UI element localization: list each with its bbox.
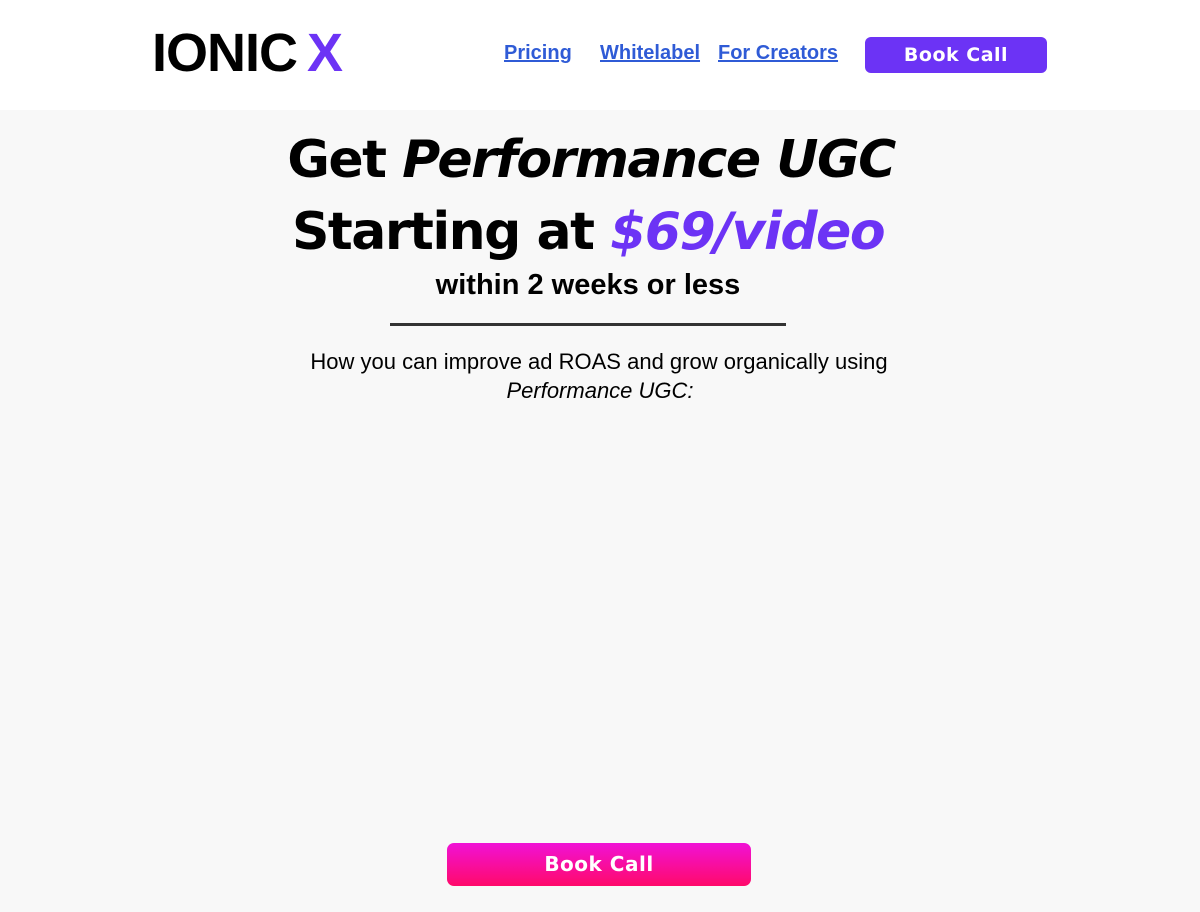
- hero-headline-emphasis: Performance UGC: [402, 130, 896, 190]
- nav-link-for-creators[interactable]: For Creators: [718, 41, 838, 65]
- divider: [390, 323, 786, 326]
- hero-price-prefix: Starting at: [291, 202, 595, 262]
- hero-body-line2: Performance UGC:: [506, 378, 694, 403]
- logo[interactable]: IONIC X: [152, 23, 343, 83]
- hero-headline-line2: Starting at $69/video: [0, 200, 1188, 264]
- nav-link-whitelabel[interactable]: Whitelabel: [600, 41, 700, 65]
- book-call-button-header[interactable]: Book Call: [865, 37, 1047, 73]
- hero-price: $69/video: [610, 202, 885, 262]
- hero-headline-plain: Get: [287, 130, 387, 190]
- site-header: IONIC X Pricing Whitelabel For Creators B…: [0, 0, 1200, 110]
- hero-headline-line1: Get Performance UGC: [0, 128, 1191, 192]
- book-call-button-main[interactable]: Book Call: [447, 843, 751, 886]
- nav-link-pricing[interactable]: Pricing: [504, 41, 572, 65]
- logo-text: IONIC: [152, 23, 298, 83]
- hero-body-text: How you can improve ad ROAS and grow org…: [0, 347, 1200, 405]
- hero-subheadline: within 2 weeks or less: [435, 269, 741, 301]
- hero-body-line1: How you can improve ad ROAS and grow org…: [310, 349, 888, 374]
- logo-accent: X: [307, 23, 343, 83]
